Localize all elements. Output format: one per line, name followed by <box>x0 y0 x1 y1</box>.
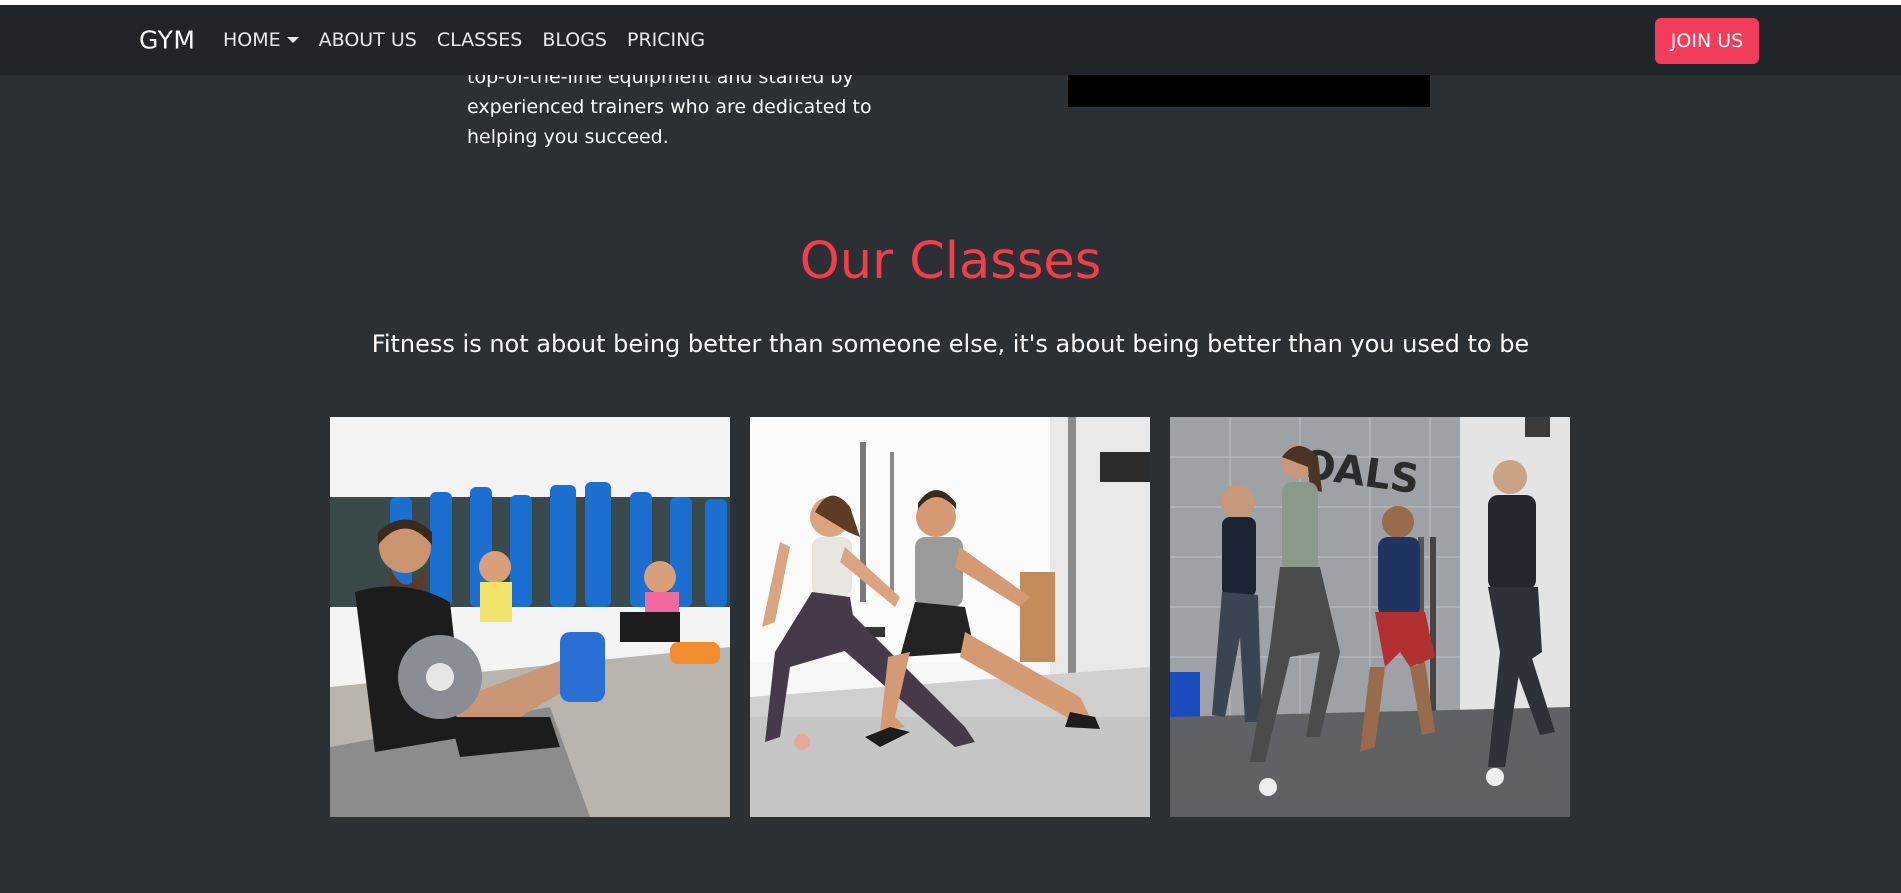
section-subtitle: Fitness is not about being better than s… <box>371 330 1530 358</box>
about-line: experienced trainers who are dedicated t… <box>467 96 872 118</box>
nav-item-about-us[interactable]: ABOUT US <box>319 29 417 51</box>
about-line: helping you succeed. <box>467 126 669 148</box>
nav-item-classes[interactable]: CLASSES <box>437 29 522 51</box>
class-photo-core-workout <box>330 417 730 817</box>
class-cards: OALS <box>330 417 1570 817</box>
class-photo-lunges: OALS <box>1170 417 1570 817</box>
class-photo-stretching <box>750 417 1150 817</box>
class-card-core-workout[interactable] <box>330 417 730 817</box>
nav-links: HOME ABOUT US CLASSES BLOGS PRICING <box>223 29 705 51</box>
nav-item-home[interactable]: HOME <box>223 29 299 51</box>
brand-logo[interactable]: GYM <box>139 26 195 55</box>
caret-down-icon <box>286 37 299 43</box>
about-media-placeholder <box>1068 75 1430 107</box>
class-card-lunges[interactable]: OALS <box>1170 417 1570 817</box>
class-card-stretching[interactable] <box>750 417 1150 817</box>
navbar: GYM HOME ABOUT US CLASSES BLOGS PRICING … <box>0 5 1901 75</box>
join-us-button[interactable]: JOIN US <box>1655 18 1759 64</box>
nav-item-pricing[interactable]: PRICING <box>627 29 705 51</box>
nav-item-blogs[interactable]: BLOGS <box>542 29 607 51</box>
section-title: Our Classes <box>799 232 1102 291</box>
nav-item-home-label: HOME <box>223 29 281 51</box>
about-description: top-of-the-line equipment and staffed by… <box>467 75 907 152</box>
